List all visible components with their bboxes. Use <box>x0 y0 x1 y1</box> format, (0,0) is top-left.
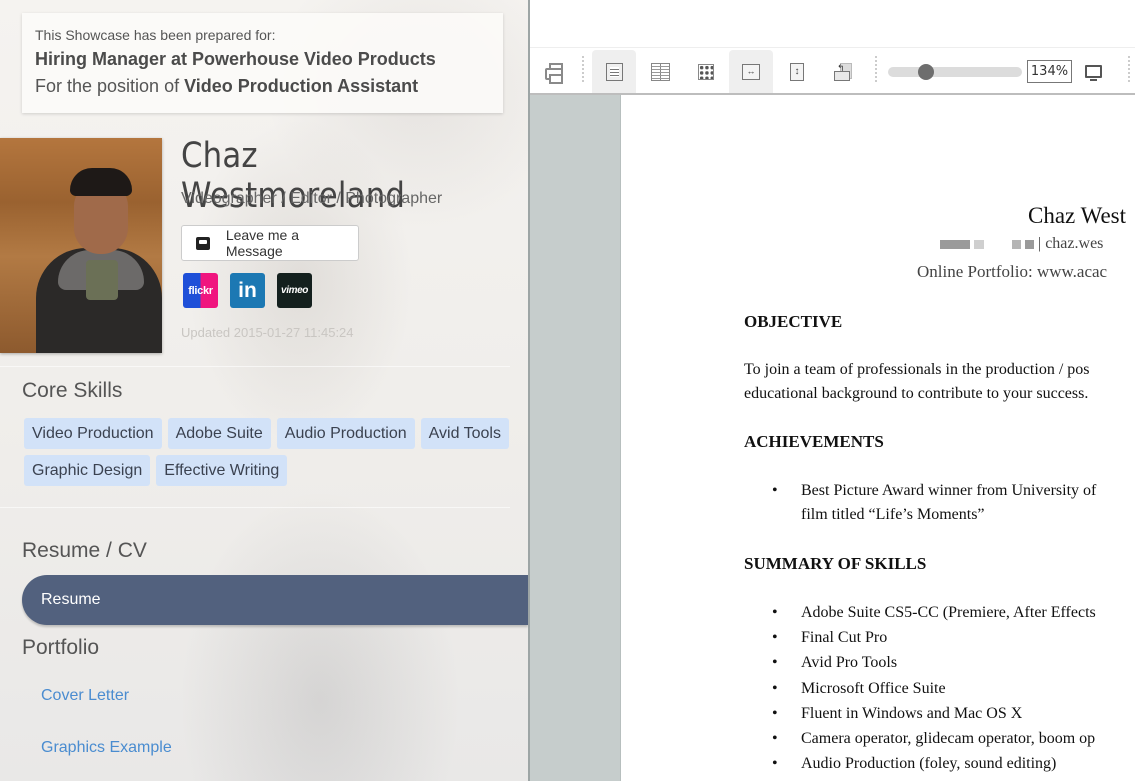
showcase-sidebar: This Showcase has been prepared for: Hir… <box>0 0 528 781</box>
skill-item: Camera operator, glidecam operator, boom… <box>772 726 1096 751</box>
profile-photo <box>0 138 162 353</box>
fit-width-button[interactable]: ↔ <box>729 50 773 93</box>
core-skills-list: Video Production Adobe Suite Audio Produ… <box>24 418 514 486</box>
single-page-view-button[interactable] <box>592 50 636 93</box>
fit-height-button[interactable]: ↕ <box>775 50 819 93</box>
achievements-list: Best Picture Award winner from Universit… <box>772 479 1096 527</box>
divider <box>0 507 510 508</box>
fullscreen-button[interactable] <box>1071 50 1115 93</box>
vimeo-icon: vimeo <box>281 285 308 296</box>
skill-tag: Adobe Suite <box>167 418 271 449</box>
skills-heading: SUMMARY OF SKILLS <box>744 554 927 573</box>
prepared-for-card: This Showcase has been prepared for: Hir… <box>22 13 503 113</box>
linkedin-icon: in <box>238 278 257 302</box>
skill-item: Adobe Suite CS5-CC (Premiere, After Effe… <box>772 600 1096 625</box>
resume-heading: Resume / CV <box>22 539 147 562</box>
prepared-intro: This Showcase has been prepared for: <box>35 27 276 43</box>
skill-item: Avid Pro Tools <box>772 650 1096 675</box>
leave-message-label: Leave me a Message <box>225 227 299 259</box>
core-skills-heading: Core Skills <box>22 379 123 402</box>
inbox-icon <box>196 236 210 250</box>
document-scroll-area[interactable]: Chaz West | chaz.wes Online Portfolio: w… <box>530 95 1135 781</box>
zoom-level-field[interactable]: 134% <box>1027 60 1072 83</box>
achievement-item: Best Picture Award winner from Universit… <box>772 479 1096 527</box>
thumbnails-view-button[interactable] <box>684 50 728 93</box>
nav-item-cover-letter[interactable]: Cover Letter <box>41 687 129 705</box>
resume-email: | chaz.wes <box>1038 235 1104 252</box>
zoom-slider[interactable] <box>888 64 1022 80</box>
print-icon <box>545 62 563 84</box>
document-viewer: ↔ ↕ ↰ 134% Chaz West | chaz.wes Online P… <box>528 0 1135 781</box>
resume-contact-line: | chaz.wes <box>940 235 1103 253</box>
zoom-slider-thumb[interactable] <box>917 64 934 80</box>
rotate-button[interactable]: ↰ <box>821 50 865 93</box>
skill-tag: Graphic Design <box>24 455 151 486</box>
nav-item-graphics-example[interactable]: Graphics Example <box>41 739 172 757</box>
skill-item: Microsoft Office Suite <box>772 676 1096 701</box>
two-page-view-button[interactable] <box>638 50 682 93</box>
prepared-position: For the position of Video Production Ass… <box>35 73 490 99</box>
fit-height-icon: ↕ <box>790 62 804 81</box>
monitor-icon <box>1084 65 1102 81</box>
updated-timestamp: Updated 2015-01-27 11:45:24 <box>181 325 354 340</box>
two-page-icon <box>650 62 670 81</box>
page-gutter <box>530 95 621 781</box>
toolbar-separator <box>1128 56 1130 82</box>
skill-tag: Avid Tools <box>420 418 509 449</box>
leave-message-button[interactable]: Leave me a Message <box>181 225 359 261</box>
portfolio-heading: Portfolio <box>22 636 100 659</box>
skill-item: Fluent in Windows and Mac OS X <box>772 701 1096 726</box>
linkedin-link[interactable]: in <box>230 273 265 308</box>
prepared-for-recipient: Hiring Manager at Powerhouse Video Produ… <box>35 49 436 69</box>
redacted-phone <box>940 239 970 249</box>
flickr-icon: flickr <box>188 284 213 297</box>
resume-name: Chaz West <box>1028 203 1127 228</box>
skill-tag: Effective Writing <box>156 455 288 486</box>
profile-title: Videographer / Editor / Photographer <box>181 190 443 207</box>
fit-width-icon: ↔ <box>742 63 760 80</box>
skill-tag: Video Production <box>24 418 162 449</box>
skill-tag: Audio Production <box>276 418 415 449</box>
viewer-header <box>530 0 1135 48</box>
toolbar-separator <box>875 56 877 82</box>
vimeo-link[interactable]: vimeo <box>277 273 312 308</box>
flickr-link[interactable]: flickr <box>183 273 218 308</box>
single-page-icon <box>605 62 623 81</box>
skill-item: Final Cut Pro <box>772 625 1096 650</box>
objective-heading: OBJECTIVE <box>744 312 843 331</box>
thumbnails-grid-icon <box>698 63 714 80</box>
resume-page: Chaz West | chaz.wes Online Portfolio: w… <box>622 95 1135 781</box>
social-links: flickr in vimeo <box>183 273 312 308</box>
skill-item: Audio Production (foley, sound editing) <box>772 751 1096 776</box>
rotate-icon: ↰ <box>834 62 852 81</box>
print-button[interactable] <box>532 50 576 93</box>
achievements-heading: ACHIEVEMENTS <box>744 432 884 451</box>
resume-portfolio-line: Online Portfolio: www.acac <box>917 262 1108 281</box>
nav-item-resume[interactable]: Resume <box>22 575 528 625</box>
toolbar-separator <box>582 56 584 82</box>
position-prefix: For the position of <box>35 76 185 96</box>
skills-list: Adobe Suite CS5-CC (Premiere, After Effe… <box>772 600 1096 777</box>
position-title: Video Production Assistant <box>184 76 419 96</box>
objective-text: To join a team of professionals in the p… <box>744 361 1090 402</box>
divider <box>0 366 510 367</box>
